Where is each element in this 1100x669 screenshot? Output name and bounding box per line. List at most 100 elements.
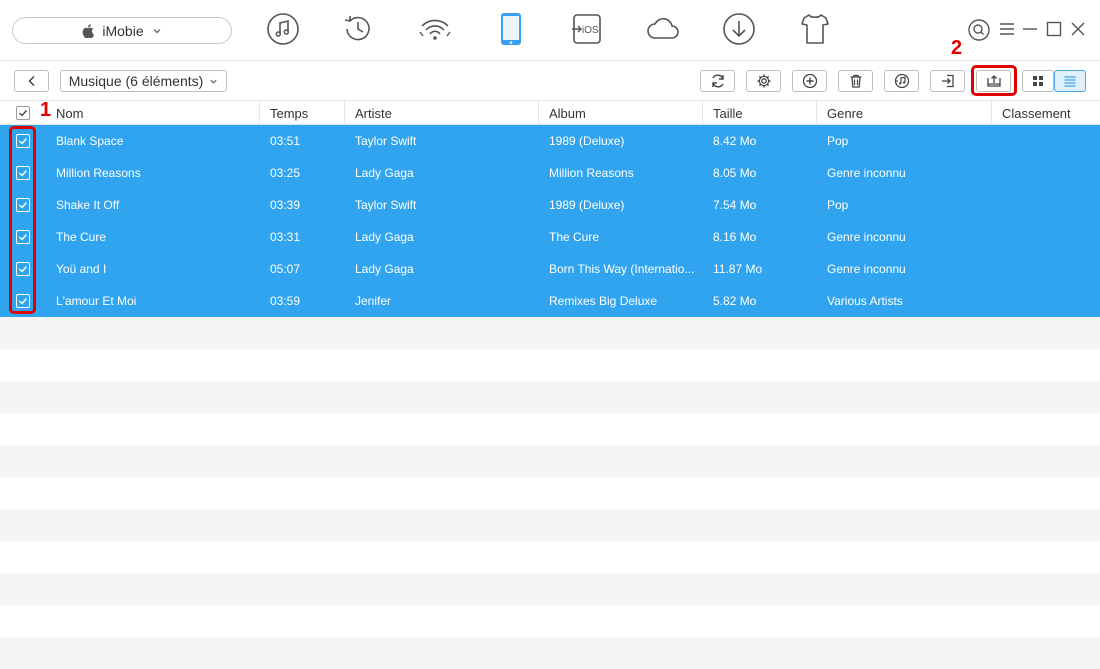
cell-album: The Cure	[549, 230, 600, 244]
cell-name: Blank Space	[56, 134, 124, 148]
empty-row	[0, 637, 1100, 669]
phone-icon[interactable]	[494, 12, 528, 46]
empty-row	[0, 477, 1100, 509]
cell-time: 03:59	[270, 294, 301, 308]
back-button[interactable]	[14, 70, 49, 92]
list-view-button[interactable]	[1054, 70, 1086, 92]
cell-time: 03:51	[270, 134, 301, 148]
cell-genre: Genre inconnu	[827, 262, 906, 276]
cell-rating	[1002, 253, 1097, 285]
add-icon	[802, 73, 817, 89]
table-row[interactable]: Shake It Off 03:39 Taylor Swift 1989 (Delux…	[0, 189, 1100, 221]
cell-rating	[1002, 189, 1097, 221]
top-bar: iMobie iOS	[0, 0, 1100, 60]
import-button[interactable]	[930, 70, 965, 92]
cell-genre: Pop	[827, 198, 849, 212]
close-icon[interactable]	[1069, 20, 1087, 38]
device-selector[interactable]: iMobie	[12, 17, 232, 44]
download-icon[interactable]	[722, 12, 756, 46]
step-1-label: 1	[40, 99, 52, 121]
cell-time: 03:31	[270, 230, 301, 244]
chevron-down-icon	[153, 28, 161, 33]
export-highlight-box	[971, 65, 1017, 96]
table-header: Nom Temps Artiste Album Taille Genre Cla…	[0, 100, 1100, 125]
column-header-genre[interactable]: Genre	[816, 101, 991, 125]
delete-icon	[850, 74, 861, 88]
cell-size: 7.54 Mo	[713, 198, 757, 212]
refresh-button[interactable]	[700, 70, 735, 92]
ios-transfer-icon[interactable]: iOS	[570, 12, 604, 46]
maximize-icon[interactable]	[1045, 20, 1063, 38]
cell-size: 8.42 Mo	[713, 134, 757, 148]
cell-album: Million Reasons	[549, 166, 634, 180]
minimize-icon[interactable]	[1021, 20, 1039, 38]
wifi-sync-icon[interactable]	[418, 12, 452, 46]
cell-album: 1989 (Deluxe)	[549, 198, 625, 212]
category-label: Musique (6 éléments)	[68, 73, 204, 89]
add-button[interactable]	[792, 70, 827, 92]
empty-row	[0, 445, 1100, 477]
select-all-checkbox[interactable]	[16, 106, 30, 120]
table-row[interactable]: L'amour Et Moi 03:59 Jenifer Remixes Big De…	[0, 285, 1100, 317]
toolbar: Musique (6 éléments)	[0, 60, 1100, 100]
cell-artist: Lady Gaga	[355, 262, 414, 276]
music-icon[interactable]	[266, 12, 300, 46]
column-header-artist[interactable]: Artiste	[344, 101, 537, 125]
cell-name: Million Reasons	[56, 166, 141, 180]
apple-icon	[83, 23, 95, 38]
cell-album: Born This Way (Internatio...	[549, 262, 695, 276]
column-header-rating[interactable]: Classement	[991, 101, 1100, 125]
cell-artist: Jenifer	[355, 294, 392, 308]
cell-artist: Taylor Swift	[355, 198, 417, 212]
cell-genre: Various Artists	[827, 294, 903, 308]
cell-time: 03:39	[270, 198, 301, 212]
cell-artist: Taylor Swift	[355, 134, 417, 148]
empty-row	[0, 413, 1100, 445]
column-label: Artiste	[355, 105, 392, 121]
checkbox-highlight-box	[9, 126, 36, 314]
table-row[interactable]: Blank Space 03:51 Taylor Swift 1989 (Deluxe…	[0, 125, 1100, 157]
cell-artist: Lady Gaga	[355, 230, 414, 244]
shirt-icon[interactable]	[798, 12, 832, 46]
cell-artist: Lady Gaga	[355, 166, 414, 180]
column-header-album[interactable]: Album	[538, 101, 702, 125]
delete-button[interactable]	[838, 70, 873, 92]
cell-size: 8.16 Mo	[713, 230, 757, 244]
history-icon[interactable]	[341, 12, 375, 46]
cell-name: The Cure	[56, 230, 107, 244]
column-header-name[interactable]: Nom	[46, 101, 259, 125]
cell-rating	[1002, 157, 1097, 189]
column-header-size[interactable]: Taille	[702, 101, 816, 125]
column-header-time[interactable]: Temps	[259, 101, 343, 125]
empty-row	[0, 381, 1100, 413]
menu-icon[interactable]	[998, 20, 1016, 38]
itunes-button[interactable]	[884, 70, 919, 92]
grid-view-button[interactable]	[1022, 70, 1054, 92]
table-row[interactable]: Million Reasons 03:25 Lady Gaga Million Rea…	[0, 157, 1100, 189]
cell-rating	[1002, 285, 1097, 317]
refresh-icon	[711, 74, 724, 88]
table-row[interactable]: The Cure 03:31 Lady Gaga The Cure 8.16 Mo Gen…	[0, 221, 1100, 253]
svg-text:iOS: iOS	[582, 25, 599, 36]
empty-row	[0, 605, 1100, 637]
empty-row	[0, 317, 1100, 349]
itunes-icon	[894, 73, 909, 89]
chevron-left-icon	[27, 75, 35, 87]
table-row[interactable]: Yoü and I 05:07 Lady Gaga Born This Way (In…	[0, 253, 1100, 285]
cell-size: 8.05 Mo	[713, 166, 757, 180]
settings-button[interactable]	[746, 70, 781, 92]
cell-name: Shake It Off	[56, 198, 120, 212]
import-icon	[941, 74, 954, 88]
cell-time: 05:07	[270, 262, 301, 276]
cloud-icon[interactable]	[646, 12, 680, 46]
cell-album: 1989 (Deluxe)	[549, 134, 625, 148]
cell-rating	[1002, 125, 1097, 157]
column-label: Nom	[56, 105, 84, 121]
cell-time: 03:25	[270, 166, 301, 180]
account-icon[interactable]	[968, 19, 990, 41]
empty-row	[0, 541, 1100, 573]
cell-genre: Genre inconnu	[827, 230, 906, 244]
empty-row	[0, 509, 1100, 541]
category-selector[interactable]: Musique (6 éléments)	[60, 70, 227, 92]
cell-album: Remixes Big Deluxe	[549, 294, 658, 308]
